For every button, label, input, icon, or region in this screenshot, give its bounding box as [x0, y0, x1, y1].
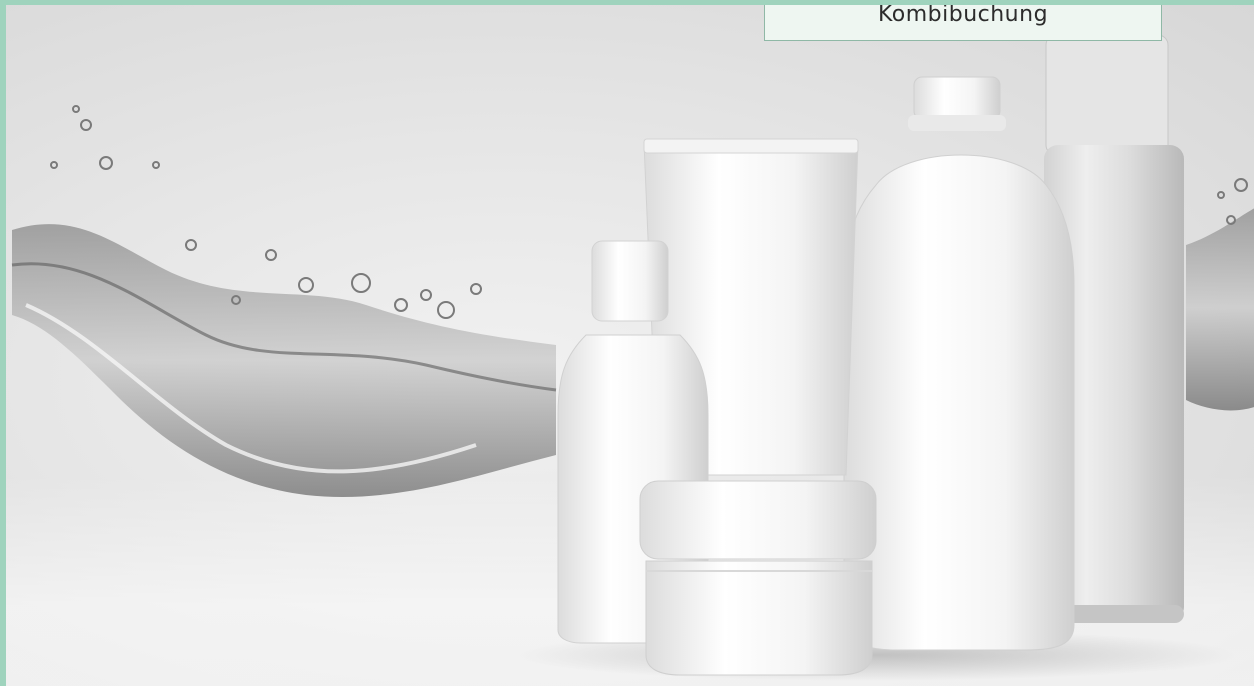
water-splash-left — [11, 105, 557, 497]
hero-image: Kombibuchung — [0, 0, 1254, 686]
combo-booking-badge: Kombibuchung — [764, 5, 1162, 41]
product-scene — [11, 34, 1254, 681]
large-bottle — [843, 76, 1075, 651]
water-splash-right — [1186, 178, 1254, 411]
cream-jar — [639, 480, 877, 676]
badge-label: Kombibuchung — [877, 5, 1049, 27]
